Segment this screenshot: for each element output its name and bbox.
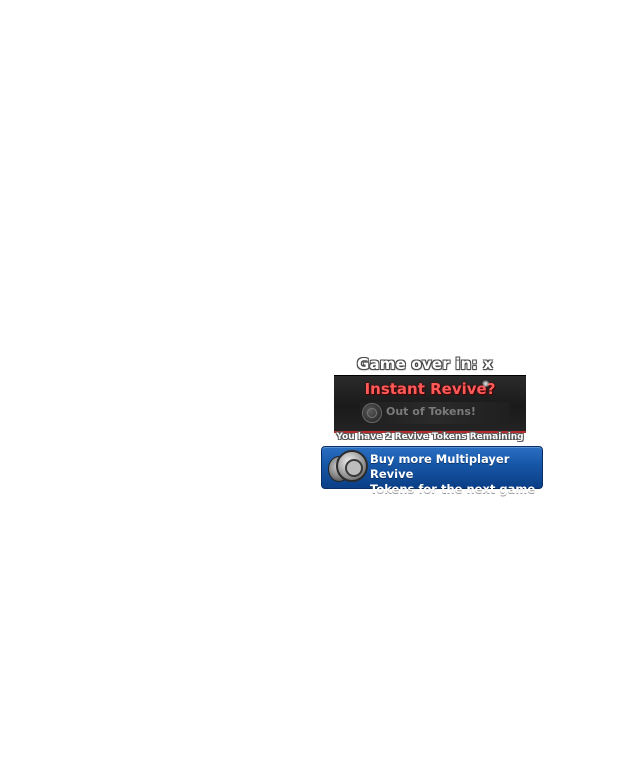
buy-button-line1: Buy more Multiplayer Revive — [370, 452, 510, 481]
instant-revive-panel: Instant Revive? ✺ Out of Tokens! — [334, 375, 526, 433]
out-of-tokens-label: Out of Tokens! — [386, 405, 476, 418]
revive-tokens-remaining: You have 2 Revive Tokens Remaining — [336, 432, 524, 442]
revive-token-button[interactable]: Out of Tokens! — [360, 402, 510, 424]
token-coin-icon — [362, 403, 382, 423]
coin-icon — [336, 450, 368, 482]
game-screen: Game over in: x Instant Revive? ✺ Out of… — [0, 0, 625, 760]
game-over-countdown: Game over in: x — [356, 355, 494, 373]
buy-button-label: Buy more Multiplayer Revive Tokens for t… — [370, 452, 540, 497]
buy-revive-tokens-button[interactable]: Buy more Multiplayer Revive Tokens for t… — [321, 446, 543, 496]
instant-revive-title: Instant Revive? — [364, 380, 496, 398]
buy-button-line2: Tokens for the next game — [370, 482, 536, 496]
sparkle-icon: ✺ — [482, 380, 490, 390]
